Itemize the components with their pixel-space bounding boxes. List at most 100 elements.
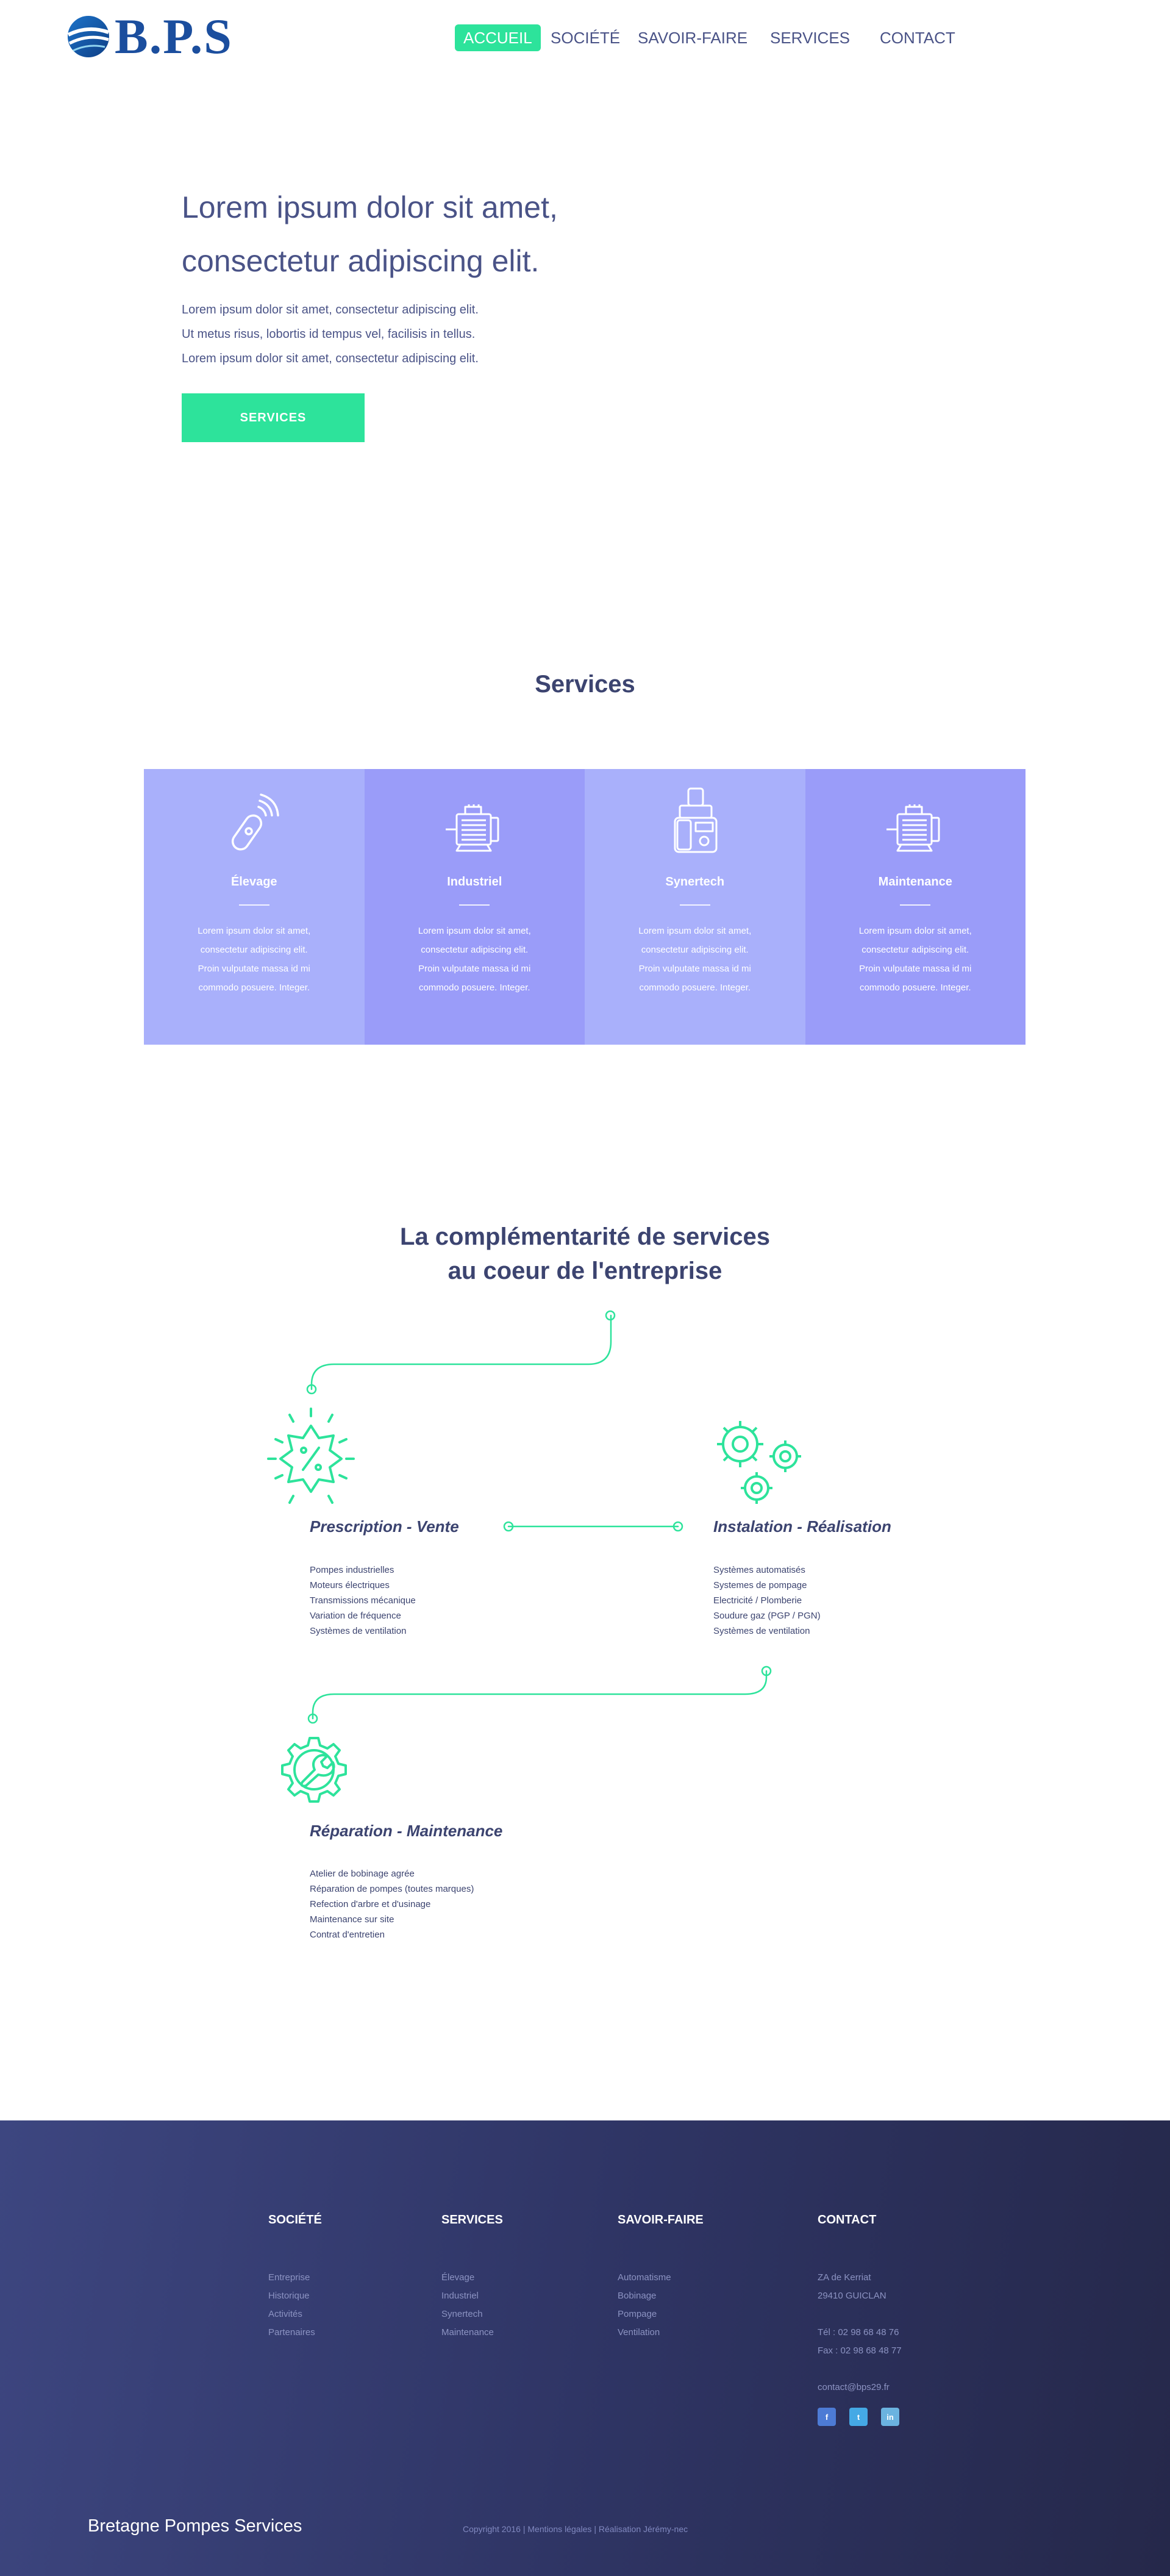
footer-column-contact: CONTACT ZA de Kerriat 29410 GUICLAN Tél …	[818, 2213, 913, 2426]
site-footer: SOCIÉTÉ Entreprise Historique Activités …	[0, 2120, 1170, 2576]
footer-heading: SOCIÉTÉ	[268, 2213, 322, 2227]
footer-link[interactable]: Bobinage	[618, 2287, 704, 2305]
step-title-installation: Instalation - Réalisation	[713, 1517, 891, 1536]
footer-company-name: Bretagne Pompes Services	[88, 2516, 302, 2536]
site-header: B.P.S ACCUEIL SOCIÉTÉ SAVOIR-FAIRE SERVI…	[0, 0, 1170, 73]
service-card-maintenance[interactable]: Maintenance Lorem ipsum dolor sit amet, …	[805, 769, 1026, 1045]
footer-heading: SAVOIR-FAIRE	[618, 2213, 704, 2227]
card-text-line: Lorem ipsum dolor sit amet,	[198, 926, 311, 936]
card-title: Synertech	[665, 875, 725, 889]
flow-node	[503, 1521, 514, 1532]
footer-link[interactable]: Pompage	[618, 2305, 704, 2324]
card-text-line: Proin vulputate massa id mi	[859, 964, 972, 974]
twitter-icon[interactable]: t	[849, 2408, 868, 2426]
hero-line: Lorem ipsum dolor sit amet, consectetur …	[182, 303, 479, 317]
nav-savoir-faire[interactable]: SAVOIR-FAIRE	[638, 24, 747, 51]
complementarite-title: La complémentarité de services au coeur …	[0, 1220, 1170, 1288]
card-text-line: consectetur adipiscing elit.	[421, 945, 529, 955]
pump-machine-icon	[674, 787, 718, 853]
step-list-reparation: Atelier de bobinage agrée Réparation de …	[310, 1866, 474, 1942]
service-card-industriel[interactable]: Industriel Lorem ipsum dolor sit amet, c…	[364, 769, 585, 1045]
flow-node	[307, 1713, 318, 1724]
contact-email-link[interactable]: contact@bps29.fr	[818, 2378, 913, 2397]
footer-link[interactable]: Ventilation	[618, 2324, 704, 2342]
logo[interactable]: B.P.S	[66, 9, 233, 64]
facebook-icon[interactable]: f	[818, 2408, 836, 2426]
card-text-line: Lorem ipsum dolor sit amet,	[418, 926, 531, 936]
card-text-line: commodo posuere. Integer.	[639, 982, 751, 993]
card-divider	[238, 904, 269, 906]
footer-link[interactable]: Automatisme	[618, 2269, 704, 2287]
contact-address-line: ZA de Kerriat	[818, 2272, 871, 2283]
step-list-item: Variation de fréquence	[310, 1611, 401, 1621]
footer-link[interactable]: Maintenance	[441, 2324, 503, 2342]
flow-node	[306, 1384, 317, 1395]
footer-heading: CONTACT	[818, 2213, 877, 2227]
footer-link[interactable]: Industriel	[441, 2287, 503, 2305]
footer-column-services: SERVICES Élevage Industriel Synertech Ma…	[441, 2213, 503, 2342]
footer-link[interactable]: Entreprise	[268, 2269, 322, 2287]
footer-link[interactable]: Élevage	[441, 2269, 503, 2287]
footer-copyright: Copyright 2016 | Mentions légales | Réal…	[463, 2524, 688, 2534]
nav-contact[interactable]: CONTACT	[880, 24, 955, 51]
step-list-item: Moteurs électriques	[310, 1580, 390, 1590]
step-title-reparation: Réparation - Maintenance	[310, 1822, 503, 1840]
gears-icon	[717, 1421, 801, 1504]
card-text-line: commodo posuere. Integer.	[418, 982, 530, 993]
card-divider	[679, 904, 710, 906]
complementarite-title-line-1: La complémentarité de services	[400, 1223, 770, 1250]
hero-title-line-1: Lorem ipsum dolor sit amet,	[182, 190, 558, 224]
footer-link[interactable]: Historique	[268, 2287, 322, 2305]
service-card-elevage[interactable]: Élevage Lorem ipsum dolor sit amet, cons…	[144, 769, 365, 1045]
card-text: Lorem ipsum dolor sit amet, consectetur …	[842, 921, 990, 997]
card-text: Lorem ipsum dolor sit amet, consectetur …	[180, 921, 328, 997]
step-title-prescription: Prescription - Vente	[310, 1517, 459, 1536]
remote-control-icon	[231, 793, 279, 851]
nav-accueil[interactable]: ACCUEIL	[455, 24, 541, 51]
card-text-line: commodo posuere. Integer.	[859, 982, 971, 993]
card-text-line: Proin vulputate massa id mi	[198, 964, 310, 974]
complementarite-title-line-2: au coeur de l'entreprise	[448, 1258, 722, 1284]
step-list-item: Réparation de pompes (toutes marques)	[310, 1884, 474, 1894]
service-card-synertech[interactable]: Synertech Lorem ipsum dolor sit amet, co…	[585, 769, 805, 1045]
card-title: Industriel	[447, 875, 502, 889]
step-list-item: Transmissions mécanique	[310, 1595, 416, 1606]
step-list-item: Systèmes de ventilation	[310, 1626, 407, 1636]
card-text-line: commodo posuere. Integer.	[198, 982, 310, 993]
card-text-line: consectetur adipiscing elit.	[641, 945, 749, 955]
hero-description: Lorem ipsum dolor sit amet, consectetur …	[182, 298, 479, 371]
hero-line: Ut metus risus, lobortis id tempus vel, …	[182, 327, 476, 341]
footer-link[interactable]: Partenaires	[268, 2324, 322, 2342]
card-divider	[900, 904, 931, 906]
step-list-item: Electricité / Plomberie	[713, 1595, 802, 1606]
step-list-item: Contrat d'entretien	[310, 1930, 385, 1940]
hero-line: Lorem ipsum dolor sit amet, consectetur …	[182, 352, 479, 365]
flow-node	[605, 1310, 616, 1321]
step-list-item: Pompes industrielles	[310, 1565, 394, 1575]
linkedin-icon[interactable]: in	[881, 2408, 899, 2426]
step-list-installation: Systèmes automatisés Systemes de pompage…	[713, 1562, 821, 1639]
step-list-item: Systèmes automatisés	[713, 1565, 805, 1575]
nav-societe[interactable]: SOCIÉTÉ	[551, 24, 620, 51]
card-text-line: Lorem ipsum dolor sit amet,	[638, 926, 752, 936]
hero-services-button[interactable]: SERVICES	[182, 393, 365, 442]
percent-badge-icon	[267, 1408, 355, 1504]
nav-services[interactable]: SERVICES	[770, 24, 850, 51]
logo-text: B.P.S	[115, 9, 233, 64]
wrench-gear-icon	[281, 1737, 347, 1803]
card-title: Élevage	[230, 875, 277, 889]
step-list-item: Atelier de bobinage agrée	[310, 1869, 415, 1879]
flow-node	[672, 1521, 683, 1532]
hero-title: Lorem ipsum dolor sit amet, consectetur …	[182, 181, 730, 288]
step-list-item: Systemes de pompage	[713, 1580, 807, 1590]
step-list-item: Refection d'arbre et d'usinage	[310, 1899, 431, 1909]
footer-link[interactable]: Activités	[268, 2305, 322, 2324]
service-cards: Élevage Lorem ipsum dolor sit amet, cons…	[144, 769, 1026, 1045]
hero-title-line-2: consectetur adipiscing elit.	[182, 244, 540, 278]
contact-address-line: 29410 GUICLAN	[818, 2291, 886, 2301]
social-links: f t in	[818, 2408, 913, 2426]
flow-connector-top	[310, 1314, 612, 1390]
footer-link[interactable]: Synertech	[441, 2305, 503, 2324]
card-text: Lorem ipsum dolor sit amet, consectetur …	[401, 921, 549, 997]
card-divider	[459, 904, 490, 906]
